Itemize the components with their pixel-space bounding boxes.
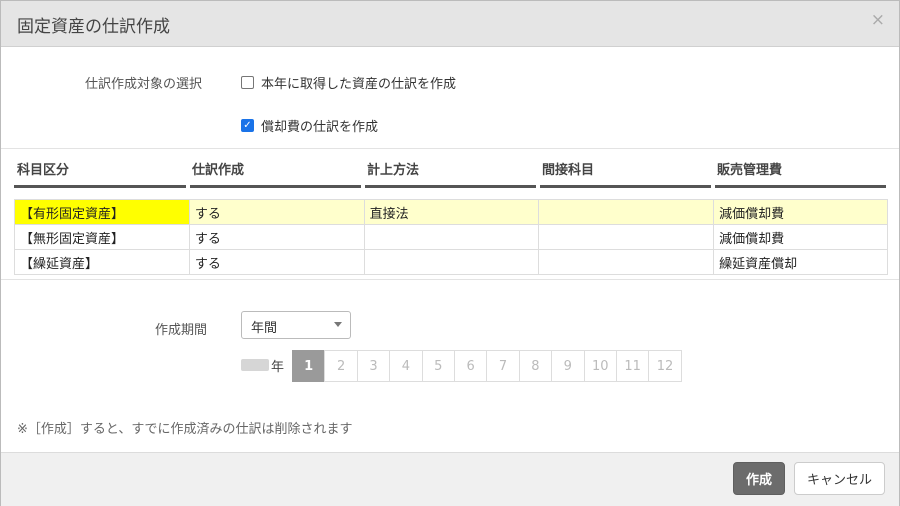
depreciation-label: 償却費の仕訳を作成 bbox=[261, 120, 379, 135]
month-button-5[interactable]: 5 bbox=[421, 350, 455, 382]
period-select-value: 年間 bbox=[251, 321, 278, 336]
dialog-header: 固定資産の仕訳作成 × bbox=[1, 1, 899, 47]
col-header-underline bbox=[540, 185, 711, 188]
dialog-title: 固定資産の仕訳作成 bbox=[17, 17, 170, 37]
col-header-method: 計上方法 bbox=[367, 163, 420, 178]
month-button-2[interactable]: 2 bbox=[324, 350, 358, 382]
depreciation-option[interactable]: ✓ 償却費の仕訳を作成 bbox=[241, 116, 378, 135]
table-cell[interactable] bbox=[538, 224, 715, 250]
account-table: 【有形固定資産】 する 直接法 減価償却費 【無形固定資産】 する 減価償却費 … bbox=[14, 199, 888, 275]
target-label: 仕訳作成対象の選択 bbox=[85, 77, 203, 92]
table-cell[interactable]: 直接法 bbox=[363, 199, 540, 225]
month-button-3[interactable]: 3 bbox=[356, 350, 391, 382]
month-button-9[interactable]: 9 bbox=[551, 350, 585, 382]
month-button-6[interactable]: 6 bbox=[453, 350, 488, 382]
col-header-underline bbox=[190, 185, 361, 188]
col-header-journal: 仕訳作成 bbox=[192, 163, 245, 178]
close-icon[interactable]: × bbox=[871, 10, 885, 30]
table-cell[interactable]: 【繰延資産】 bbox=[14, 249, 190, 275]
col-header-underline bbox=[365, 185, 536, 188]
col-header-sga: 販売管理費 bbox=[717, 163, 783, 178]
period-select[interactable]: 年間 bbox=[241, 311, 351, 339]
table-row[interactable]: 【有形固定資産】 する 直接法 減価償却費 bbox=[14, 199, 888, 225]
table-cell[interactable]: 減価償却費 bbox=[713, 199, 888, 225]
acquired-assets-option[interactable]: 本年に取得した資産の仕訳を作成 bbox=[241, 73, 456, 92]
year-value-redacted bbox=[241, 359, 269, 371]
cancel-button[interactable]: キャンセル bbox=[794, 462, 885, 495]
period-label: 作成期間 bbox=[155, 323, 208, 338]
month-button-4[interactable]: 4 bbox=[389, 350, 423, 382]
month-button-1[interactable]: 1 bbox=[292, 350, 326, 382]
table-cell[interactable]: 【有形固定資産】 bbox=[14, 199, 190, 225]
col-header-underline bbox=[14, 185, 186, 188]
depreciation-checkbox[interactable]: ✓ bbox=[241, 119, 254, 132]
table-cell[interactable] bbox=[363, 224, 540, 250]
divider bbox=[1, 279, 899, 280]
table-cell[interactable]: する bbox=[188, 224, 365, 250]
month-button-7[interactable]: 7 bbox=[486, 350, 520, 382]
table-cell[interactable]: する bbox=[188, 249, 365, 275]
month-button-10[interactable]: 10 bbox=[583, 350, 617, 382]
table-row[interactable]: 【無形固定資産】 する 減価償却費 bbox=[14, 224, 888, 250]
month-selector: 1 2 3 4 5 6 7 8 9 10 11 12 bbox=[292, 350, 682, 382]
divider bbox=[1, 148, 899, 149]
acquired-assets-checkbox[interactable] bbox=[241, 76, 254, 89]
year-suffix: 年 bbox=[271, 360, 285, 375]
create-button[interactable]: 作成 bbox=[733, 462, 785, 495]
acquired-assets-label: 本年に取得した資産の仕訳を作成 bbox=[261, 77, 457, 92]
col-header-underline bbox=[715, 185, 886, 188]
table-cell[interactable]: 減価償却費 bbox=[713, 224, 888, 250]
col-header-category: 科目区分 bbox=[17, 163, 70, 178]
month-button-11[interactable]: 11 bbox=[615, 350, 650, 382]
month-button-8[interactable]: 8 bbox=[518, 350, 553, 382]
table-cell[interactable] bbox=[363, 249, 540, 275]
table-cell[interactable] bbox=[538, 199, 715, 225]
col-header-indirect: 間接科目 bbox=[542, 163, 595, 178]
warning-note: ※［作成］すると、すでに作成済みの仕訳は削除されます bbox=[17, 422, 353, 437]
table-cell[interactable]: 【無形固定資産】 bbox=[14, 224, 190, 250]
table-cell[interactable]: 繰延資産償却 bbox=[713, 249, 888, 275]
chevron-down-icon bbox=[334, 322, 342, 327]
table-cell[interactable]: する bbox=[188, 199, 365, 225]
table-row[interactable]: 【繰延資産】 する 繰延資産償却 bbox=[14, 249, 888, 275]
table-cell[interactable] bbox=[538, 249, 715, 275]
month-button-12[interactable]: 12 bbox=[648, 350, 682, 382]
journal-dialog: 固定資産の仕訳作成 × 仕訳作成対象の選択 本年に取得した資産の仕訳を作成 ✓ … bbox=[0, 0, 900, 506]
